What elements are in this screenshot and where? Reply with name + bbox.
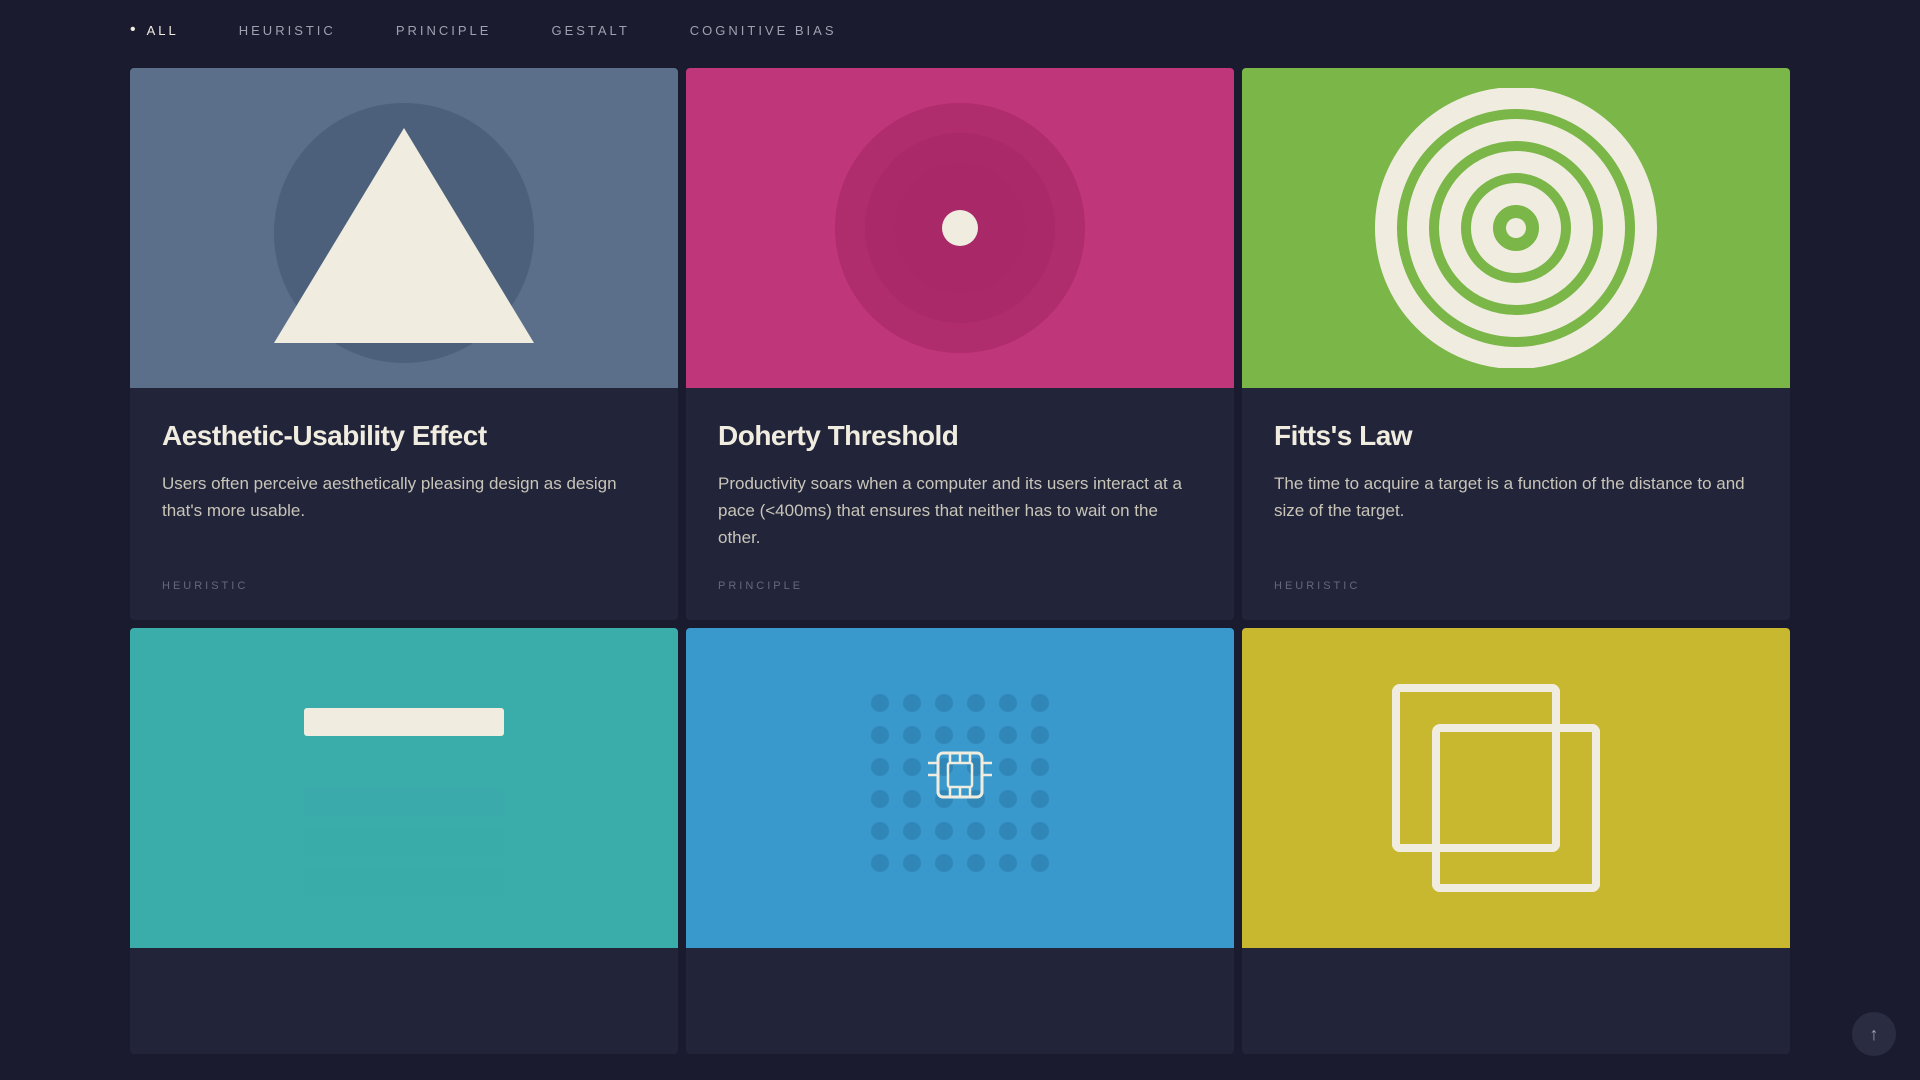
- card-title-3: Fitts's Law: [1274, 420, 1758, 452]
- card-description-1: Users often perceive aesthetically pleas…: [162, 470, 646, 552]
- chip-dots-illustration: [800, 648, 1120, 928]
- card-fitts-law[interactable]: Fitts's Law The time to acquire a target…: [1242, 68, 1790, 620]
- nav-label-all: ALL: [147, 23, 179, 38]
- nav-item-gestalt[interactable]: GESTALT: [551, 23, 629, 38]
- card-title-2: Doherty Threshold: [718, 420, 1202, 452]
- nav-label-cognitive-bias: COGNITIVE BIAS: [690, 23, 837, 38]
- card-image-6: [1242, 628, 1790, 948]
- card-image-3: [1242, 68, 1790, 388]
- card-aesthetic-usability[interactable]: Aesthetic-Usability Effect Users often p…: [130, 68, 678, 620]
- scroll-to-top-button[interactable]: ↑: [1852, 1012, 1896, 1056]
- nav-item-principle[interactable]: PRINCIPLE: [396, 23, 492, 38]
- card-doherty-threshold[interactable]: Doherty Threshold Productivity soars whe…: [686, 68, 1234, 620]
- card-5[interactable]: [686, 628, 1234, 1054]
- card-image-4: [130, 628, 678, 948]
- triangle-circle-illustration: [244, 88, 564, 368]
- card-tag-2: PRINCIPLE: [718, 580, 1202, 592]
- nav-label-principle: PRINCIPLE: [396, 23, 492, 38]
- nav-item-all[interactable]: ALL: [130, 21, 179, 39]
- card-tag-1: HEURISTIC: [162, 580, 646, 592]
- nav-label-gestalt: GESTALT: [551, 23, 629, 38]
- nav-label-heuristic: HEURISTIC: [239, 23, 336, 38]
- card-4[interactable]: [130, 628, 678, 1054]
- card-6[interactable]: [1242, 628, 1790, 1054]
- card-body-5: [686, 948, 1234, 1054]
- card-description-2: Productivity soars when a computer and i…: [718, 470, 1202, 552]
- card-body-3: Fitts's Law The time to acquire a target…: [1242, 388, 1790, 620]
- card-body-4: [130, 948, 678, 1054]
- card-image-1: [130, 68, 678, 388]
- card-title-1: Aesthetic-Usability Effect: [162, 420, 646, 452]
- nav-item-heuristic[interactable]: HEURISTIC: [239, 23, 336, 38]
- target-rings-illustration: [1356, 88, 1676, 368]
- card-image-5: [686, 628, 1234, 948]
- card-description-3: The time to acquire a target is a functi…: [1274, 470, 1758, 552]
- stripes-illustration: [244, 648, 564, 928]
- card-image-2: [686, 68, 1234, 388]
- navigation: ALL HEURISTIC PRINCIPLE GESTALT COGNITIV…: [0, 0, 1920, 60]
- card-body-2: Doherty Threshold Productivity soars whe…: [686, 388, 1234, 620]
- concentric-circles-illustration: [800, 88, 1120, 368]
- nav-item-cognitive-bias[interactable]: COGNITIVE BIAS: [690, 23, 837, 38]
- nested-squares-illustration: [1356, 648, 1676, 928]
- card-tag-3: HEURISTIC: [1274, 580, 1758, 592]
- card-body-6: [1242, 948, 1790, 1054]
- card-body-1: Aesthetic-Usability Effect Users often p…: [130, 388, 678, 620]
- card-grid: Aesthetic-Usability Effect Users often p…: [0, 60, 1920, 1062]
